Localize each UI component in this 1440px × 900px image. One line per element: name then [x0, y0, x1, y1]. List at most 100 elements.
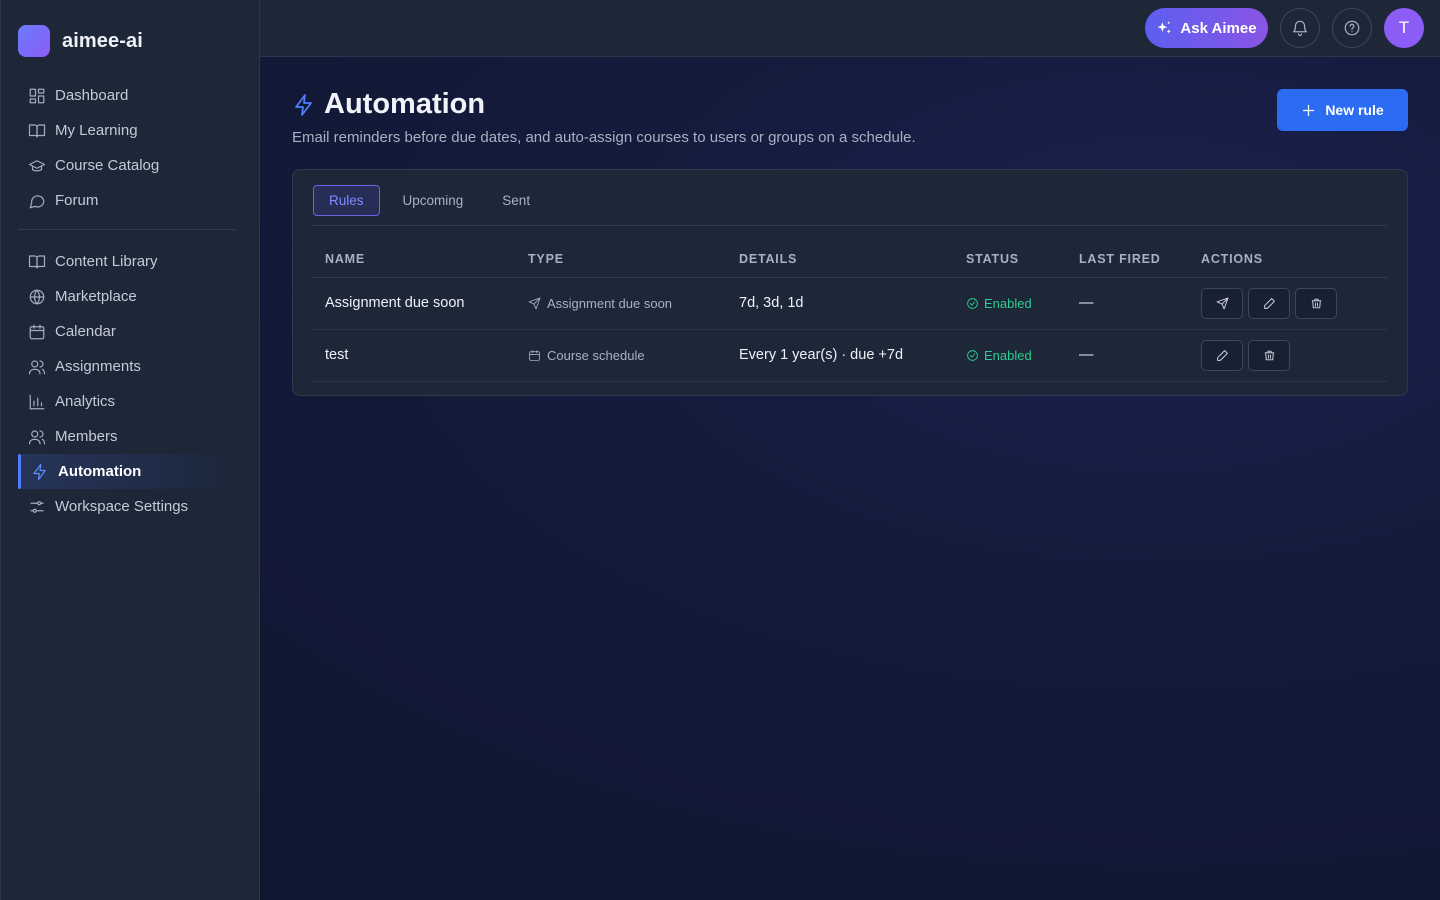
column-header-last-fired[interactable]: LAST FIRED: [1067, 242, 1189, 278]
new-rule-label: New rule: [1325, 102, 1384, 118]
rule-name: test: [313, 329, 516, 382]
sidebar-item-label: Content Library: [55, 253, 158, 270]
rule-actions: [1189, 277, 1387, 330]
rule-type: Course schedule: [547, 347, 645, 363]
sidebar-item-automation[interactable]: Automation: [18, 454, 236, 489]
help-circle-icon: [1344, 20, 1360, 36]
settings-sliders-icon: [30, 500, 44, 513]
sidebar-item-course-catalog[interactable]: Course Catalog: [18, 148, 236, 183]
table-row[interactable]: Assignment due soon Assignment due soon …: [313, 277, 1387, 330]
brand[interactable]: aimee-ai: [18, 25, 143, 57]
calendar-icon: [529, 349, 540, 361]
brand-name: aimee-ai: [62, 29, 143, 52]
sidebar-item-analytics[interactable]: Analytics: [18, 384, 236, 419]
rules-card: Rules Upcoming Sent NAME TYPE DETAILS ST…: [292, 169, 1408, 396]
rule-actions: [1189, 329, 1387, 382]
bar-chart-icon: [29, 394, 45, 409]
page-subtitle: Email reminders before due dates, and au…: [292, 129, 916, 146]
lightning-icon: [295, 93, 312, 116]
status-badge: Enabled: [984, 347, 1032, 363]
sidebar-item-label: Course Catalog: [55, 157, 160, 174]
column-header-actions: ACTIONS: [1189, 242, 1387, 278]
sidebar-item-workspace-settings[interactable]: Workspace Settings: [18, 489, 236, 524]
tab-sent[interactable]: Sent: [486, 185, 546, 216]
user-avatar[interactable]: T: [1384, 8, 1424, 48]
sidebar-item-assignments[interactable]: Assignments: [18, 349, 236, 384]
rule-details: 7d, 3d, 1d: [727, 277, 954, 330]
graduation-cap-icon: [28, 159, 46, 171]
dashboard-icon: [29, 88, 45, 103]
sparkles-icon: [1157, 20, 1172, 33]
pencil-icon: [1263, 297, 1275, 309]
sidebar-item-label: Workspace Settings: [55, 498, 189, 515]
rule-last-fired: —: [1067, 329, 1189, 382]
table-row[interactable]: test Course schedule Every 1 year(s) · d…: [313, 329, 1387, 382]
users-icon: [28, 429, 46, 444]
send-icon: [1216, 297, 1228, 309]
sidebar-item-label: Members: [55, 428, 118, 445]
bell-icon: [1293, 20, 1307, 37]
rule-details: Every 1 year(s) · due +7d: [727, 329, 954, 382]
sidebar-item-content-library[interactable]: Content Library: [18, 244, 236, 279]
globe-icon: [29, 289, 45, 304]
book-icon: [28, 123, 46, 138]
sidebar-divider: [18, 229, 236, 230]
sidebar-item-label: Marketplace: [55, 288, 137, 305]
sidebar-item-label: Calendar: [55, 323, 116, 340]
topbar: Ask Aimee T: [260, 0, 1440, 57]
tab-bar: Rules Upcoming Sent: [313, 185, 1387, 226]
users-icon: [28, 359, 46, 374]
sidebar-item-members[interactable]: Members: [18, 419, 236, 454]
sidebar-item-forum[interactable]: Forum: [18, 183, 236, 218]
primary-nav: Dashboard My Learning Course Catalog For…: [18, 78, 236, 218]
secondary-nav: Content Library Marketplace Calendar Ass…: [18, 244, 236, 524]
rule-status-cell: Enabled: [954, 329, 1067, 382]
trash-icon: [1264, 350, 1274, 360]
sidebar-item-label: Automation: [58, 463, 142, 480]
rule-last-fired: —: [1067, 277, 1189, 330]
sidebar-item-my-learning[interactable]: My Learning: [18, 113, 236, 148]
calendar-icon: [29, 324, 45, 339]
table-header-row: NAME TYPE DETAILS STATUS LAST FIRED ACTI…: [313, 242, 1387, 278]
edit-rule-button[interactable]: [1248, 287, 1290, 319]
sidebar-item-label: My Learning: [55, 122, 138, 139]
rule-type-cell: Course schedule: [516, 329, 727, 382]
column-header-details[interactable]: DETAILS: [727, 242, 954, 278]
chat-bubble-icon: [29, 194, 45, 208]
notifications-button[interactable]: [1280, 8, 1320, 48]
column-header-type[interactable]: TYPE: [516, 242, 727, 278]
send-test-button[interactable]: [1201, 287, 1243, 319]
ask-aimee-button[interactable]: Ask Aimee: [1145, 8, 1268, 48]
check-circle-icon: [967, 297, 978, 309]
page-title-row: Automation: [292, 88, 916, 121]
rules-table: NAME TYPE DETAILS STATUS LAST FIRED ACTI…: [313, 242, 1387, 382]
sidebar-item-dashboard[interactable]: Dashboard: [18, 78, 236, 113]
sidebar-item-calendar[interactable]: Calendar: [18, 314, 236, 349]
rule-name: Assignment due soon: [313, 277, 516, 330]
help-button[interactable]: [1332, 8, 1372, 48]
check-circle-icon: [967, 349, 978, 361]
rule-type: Assignment due soon: [547, 295, 673, 311]
edit-rule-button[interactable]: [1201, 339, 1243, 371]
tab-upcoming[interactable]: Upcoming: [387, 185, 480, 216]
sidebar: aimee-ai Dashboard My Learning Course Ca…: [0, 0, 260, 900]
trash-icon: [1311, 298, 1321, 308]
ask-aimee-label: Ask Aimee: [1180, 19, 1257, 37]
pencil-icon: [1216, 349, 1228, 361]
sidebar-item-label: Forum: [55, 192, 99, 209]
rule-status-cell: Enabled: [954, 277, 1067, 330]
sidebar-item-marketplace[interactable]: Marketplace: [18, 279, 236, 314]
tab-rules[interactable]: Rules: [313, 185, 380, 216]
plus-icon: [1303, 104, 1315, 116]
sidebar-item-label: Assignments: [55, 358, 141, 375]
status-badge: Enabled: [984, 295, 1032, 311]
page-title: Automation: [324, 88, 486, 120]
sidebar-item-label: Analytics: [55, 393, 116, 410]
new-rule-button[interactable]: New rule: [1277, 89, 1408, 131]
column-header-name[interactable]: NAME: [313, 242, 516, 278]
delete-rule-button[interactable]: [1248, 339, 1290, 371]
sidebar-item-label: Dashboard: [55, 87, 129, 104]
delete-rule-button[interactable]: [1295, 287, 1337, 319]
page-header: Automation Email reminders before due da…: [292, 88, 916, 146]
column-header-status[interactable]: STATUS: [954, 242, 1067, 278]
